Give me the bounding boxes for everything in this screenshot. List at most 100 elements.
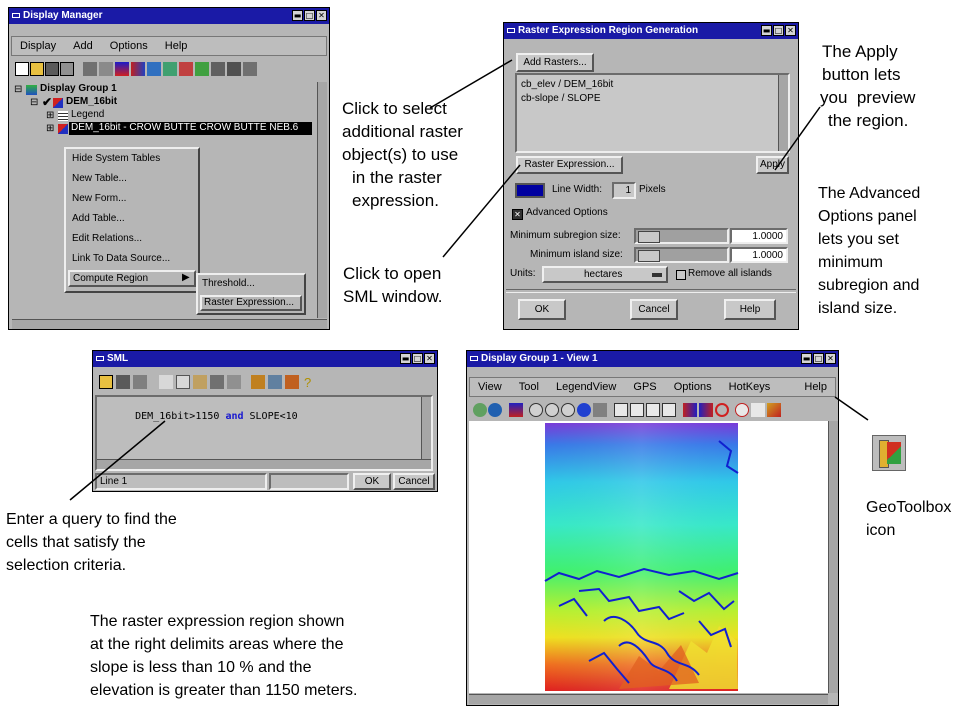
menu-tool[interactable]: Tool [519,381,539,393]
menu-add[interactable]: Add [73,40,93,52]
menu-gps[interactable]: GPS [633,381,656,393]
cut-icon[interactable] [159,375,173,389]
layer-icon[interactable] [83,62,97,76]
menu-item-compute-region[interactable]: Compute Region ▶ [68,270,196,287]
next-view-icon[interactable] [699,403,713,417]
sml-editor[interactable]: DEM_16bit>1150 and SLOPE<10 [95,395,433,471]
sml-horizontal-scrollbar[interactable] [97,459,431,469]
legend-label[interactable]: Legend [71,109,104,120]
ok-button[interactable]: OK [518,299,566,320]
insert-icon[interactable] [268,375,282,389]
vertical-scrollbar[interactable] [317,82,327,318]
cad-icon[interactable] [163,62,177,76]
close-icon[interactable]: ✕ [316,10,327,21]
raster-list-item[interactable]: cb_elev / DEM_16bit [521,79,613,90]
raster-list-scrollbar[interactable] [778,75,788,151]
close-icon[interactable]: ✕ [424,353,435,364]
horizontal-scrollbar[interactable] [12,319,327,329]
run-icon[interactable] [251,375,265,389]
view-vertical-scrollbar[interactable] [828,421,838,693]
stop-icon[interactable] [715,403,729,417]
sml-vertical-scrollbar[interactable] [421,397,431,459]
close-icon[interactable]: ✕ [785,25,796,36]
group-expander-icon[interactable]: ⊟ [14,84,22,95]
object-expander-icon[interactable]: ⊞ [46,123,54,134]
zoom-tool-icon[interactable] [735,403,749,417]
line-width-input[interactable]: 1 [612,182,636,199]
close-icon[interactable]: ✕ [825,353,836,364]
scale-down-icon[interactable] [662,403,676,417]
min-island-field[interactable]: 1.0000 [730,247,788,263]
new-icon[interactable] [15,62,29,76]
print-icon[interactable] [60,62,74,76]
units-dropdown[interactable]: hectares [542,266,668,283]
submenu-item-threshold[interactable]: Threshold... [202,278,255,289]
save-icon[interactable] [45,62,59,76]
checkmark-icon[interactable]: ✔ [42,95,52,109]
group-label[interactable]: Display Group 1 [40,83,117,94]
menu-help[interactable]: Help [165,40,188,52]
zoom-out-icon[interactable] [561,403,575,417]
geotoolbox-small-icon[interactable] [767,403,781,417]
window-menu-icon[interactable] [96,356,104,361]
chart-icon[interactable] [211,62,225,76]
scale-up-icon[interactable] [646,403,660,417]
find-icon[interactable] [210,375,224,389]
slider-thumb[interactable] [638,250,660,262]
maximize-icon[interactable]: □ [304,10,315,21]
add-rasters-button[interactable]: Add Rasters... [516,53,594,72]
zoom-in-icon[interactable] [545,403,559,417]
min-island-slider[interactable] [634,247,729,263]
paste-icon[interactable] [193,375,207,389]
prev-view-icon[interactable] [683,403,697,417]
min-subregion-slider[interactable] [634,228,729,244]
page-icon[interactable] [227,62,241,76]
layer-label[interactable]: DEM_16bit [66,96,117,107]
menu-options[interactable]: Options [674,381,712,393]
list-icon[interactable] [243,62,257,76]
format-icon[interactable] [227,375,241,389]
redraw-all-icon[interactable] [488,403,502,417]
save-icon[interactable] [116,375,130,389]
minimize-icon[interactable]: ▬ [761,25,772,36]
zoom-box-icon[interactable] [593,403,607,417]
zoom-full-icon[interactable] [577,403,591,417]
sml-titlebar[interactable]: SML ▬ □ ✕ [93,351,437,367]
grid-icon[interactable] [179,62,193,76]
view-horizontal-scrollbar[interactable] [469,694,828,704]
menu-item-hide-system-tables[interactable]: Hide System Tables [72,153,160,164]
display-manager-titlebar[interactable]: Display Manager ▬ □ ✕ [9,8,329,24]
menu-options[interactable]: Options [110,40,148,52]
sml-ok-button[interactable]: OK [353,473,391,490]
scale-1-icon[interactable] [614,403,628,417]
open-icon[interactable] [99,375,113,389]
apply-button[interactable]: Apply [756,156,789,174]
menu-view[interactable]: View [478,381,502,393]
sml-cancel-button[interactable]: Cancel [393,473,435,490]
maximize-icon[interactable]: □ [773,25,784,36]
copy-icon[interactable] [176,375,190,389]
legend-expander-icon[interactable]: ⊞ [46,110,54,121]
map-canvas[interactable] [469,421,829,693]
menu-help[interactable]: Help [804,378,827,396]
raster-icon[interactable] [131,62,145,76]
view-titlebar[interactable]: Display Group 1 - View 1 ▬ □ ✕ [467,351,838,367]
maximize-icon[interactable]: □ [813,353,824,364]
minimize-icon[interactable]: ▬ [292,10,303,21]
redraw-icon[interactable] [473,403,487,417]
raster-expression-button[interactable]: Raster Expression... [516,156,623,174]
help-icon[interactable]: ? [304,375,311,390]
submenu-item-raster-expression[interactable]: Raster Expression... [200,295,302,311]
menu-item-edit-relations[interactable]: Edit Relations... [72,233,142,244]
dialog-titlebar[interactable]: Raster Expression Region Generation ▬ □ … [504,23,798,39]
pan-icon[interactable] [529,403,543,417]
minimize-icon[interactable]: ▬ [400,353,411,364]
menu-hotkeys[interactable]: HotKeys [729,381,771,393]
cancel-button[interactable]: Cancel [630,299,678,320]
advanced-options-checkbox[interactable]: ✕ [512,209,523,220]
binoculars-icon[interactable] [99,62,113,76]
vector-icon[interactable] [147,62,161,76]
window-menu-icon[interactable] [470,356,478,361]
min-subregion-field[interactable]: 1.0000 [730,228,788,244]
open-icon[interactable] [30,62,44,76]
